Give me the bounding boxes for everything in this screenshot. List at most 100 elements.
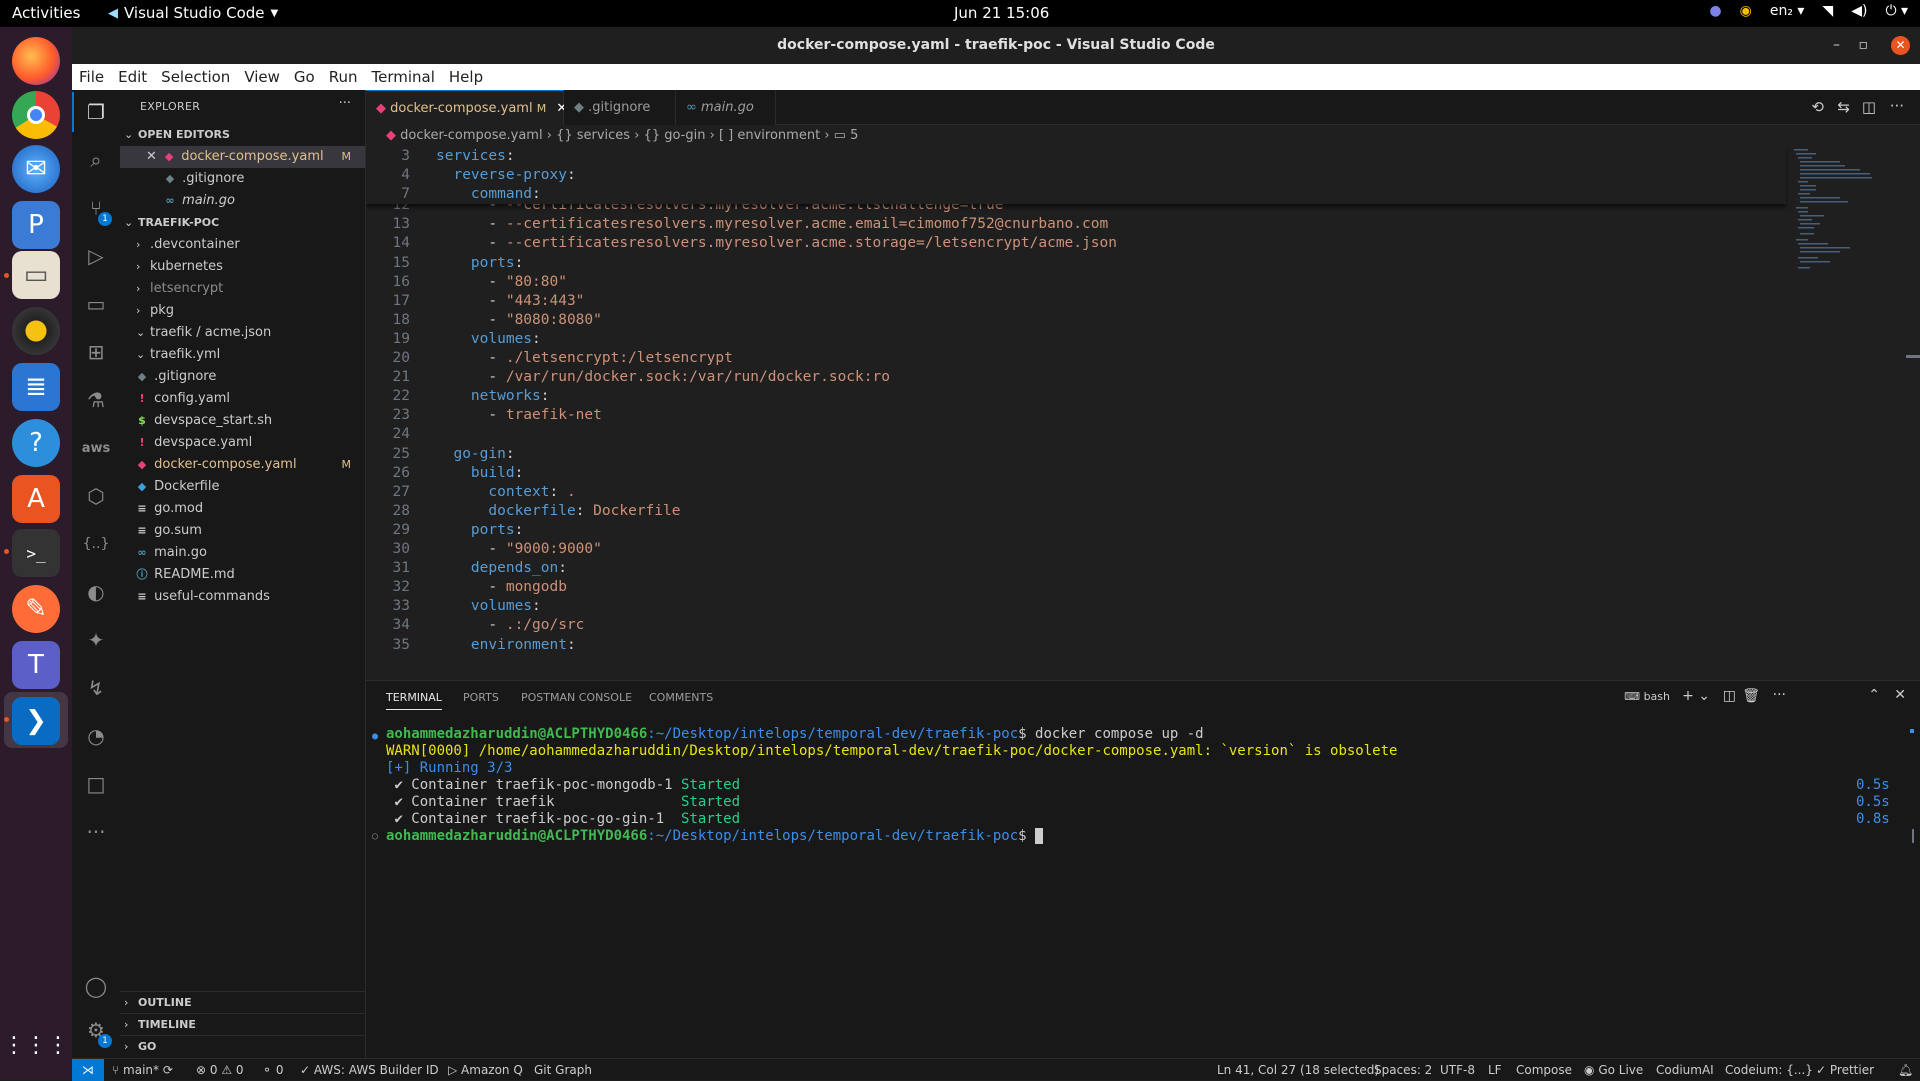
codiumai-icon[interactable]: ◐ (72, 572, 120, 612)
breadcrumb-item-5[interactable]: ▭ 5 (834, 128, 859, 143)
panel-tab-terminal[interactable]: TERMINAL (386, 691, 442, 710)
menu-run[interactable]: Run (322, 68, 365, 86)
kubernetes-icon[interactable]: ⬡ (72, 476, 120, 516)
accounts-icon[interactable]: ◯ (72, 966, 120, 1006)
tree-file[interactable]: ≡ useful-commands (120, 586, 365, 608)
breadcrumb-environment[interactable]: [ ] environment (719, 128, 820, 143)
thunderbird-icon[interactable]: ✉ (12, 145, 60, 193)
cursor-position[interactable]: Ln 41, Col 27 (18 selected) (1217, 1059, 1379, 1081)
minimize-button[interactable]: – (1833, 27, 1840, 64)
prettier-button[interactable]: ✓ Prettier (1816, 1059, 1874, 1081)
wifi-icon[interactable]: ◥ (1822, 3, 1833, 19)
tree-file[interactable]: ⓘ README.md (120, 564, 365, 586)
explorer-icon[interactable]: ❐ (72, 92, 120, 132)
app-menu[interactable]: ◀ Visual Studio Code ▼ (108, 4, 278, 22)
tree-file[interactable]: ◆ .gitignore (120, 366, 365, 388)
run-debug-icon[interactable]: ▷ (72, 236, 120, 276)
tree-folder[interactable]: › pkg (120, 300, 365, 322)
indentation[interactable]: Spaces: 2 (1374, 1059, 1432, 1081)
chrome-tray-icon[interactable]: ◉ (1740, 3, 1752, 19)
tree-file[interactable]: ◆ docker-compose.yaml M (120, 454, 365, 476)
power-icon[interactable]: ⏻ ▾ (1885, 3, 1908, 19)
git-graph-button[interactable]: Git Graph (534, 1059, 592, 1081)
tree-folder[interactable]: › kubernetes (120, 256, 365, 278)
firefox-icon[interactable] (12, 37, 60, 85)
vscode-icon[interactable]: ❯ (12, 697, 60, 745)
tab-gitignore[interactable]: ◆ .gitignore (564, 90, 676, 125)
chrome-icon[interactable] (12, 91, 60, 139)
minimap[interactable] (1790, 147, 1900, 297)
timeline-header[interactable]: › TIMELINE (120, 1014, 365, 1036)
input-language[interactable]: en₂ ▾ (1770, 3, 1805, 19)
menu-selection[interactable]: Selection (154, 68, 237, 86)
rhythmbox-icon[interactable] (12, 307, 60, 355)
square-icon[interactable]: □ (72, 764, 120, 804)
split-editor-icon[interactable]: ◫ (1862, 98, 1876, 116)
gemini-icon[interactable]: ✦ (72, 620, 120, 660)
remote-explorer-icon[interactable]: ▭ (72, 284, 120, 324)
tree-file[interactable]: ! config.yaml (120, 388, 365, 410)
go-live-button[interactable]: ◉ Go Live (1584, 1059, 1643, 1081)
git-graph-icon[interactable]: ↯ (72, 668, 120, 708)
teams-tray-icon[interactable]: ● (1709, 3, 1721, 19)
tree-file[interactable]: ∞ main.go (120, 542, 365, 564)
gitlens-icon[interactable]: ◔ (72, 716, 120, 756)
menu-edit[interactable]: Edit (111, 68, 154, 86)
code-editor[interactable]: 10 - --entrypoints.web.address=:8011 - -… (366, 147, 1920, 680)
notifications-bell-icon[interactable]: 🔔︎ (1898, 1059, 1913, 1081)
aws-indicator[interactable]: ✓ AWS: AWS Builder ID (300, 1059, 439, 1081)
branch-indicator[interactable]: ⑂ main* ⟳ (112, 1059, 173, 1081)
more-icon[interactable]: ··· (72, 812, 120, 852)
amazon-q-indicator[interactable]: ▷ Amazon Q (448, 1059, 523, 1081)
postman-desktop-icon[interactable]: P (12, 201, 60, 249)
editor-more-icon[interactable]: ··· (1890, 97, 1904, 115)
tree-file[interactable]: ≡ go.sum (120, 520, 365, 542)
maximize-button[interactable]: ▫ (1859, 27, 1869, 64)
compare-changes-icon[interactable]: ⇆ (1837, 98, 1850, 116)
ports-indicator[interactable]: ⚬ 0 (262, 1059, 284, 1081)
eol[interactable]: LF (1488, 1059, 1502, 1081)
menu-view[interactable]: View (237, 68, 287, 86)
aws-icon[interactable]: aws (72, 428, 120, 468)
open-editors-header[interactable]: ⌄ OPEN EDITORS (120, 124, 365, 146)
writer-icon[interactable]: ≣ (12, 363, 60, 411)
close-panel-icon[interactable]: ✕ (1894, 687, 1906, 703)
source-control-icon[interactable]: ⑂ (72, 188, 120, 228)
tree-folder[interactable]: ⌄ traefik.yml (120, 344, 365, 366)
open-editor-item[interactable]: ◆ .gitignore (120, 168, 365, 190)
activities-button[interactable]: Activities (12, 4, 80, 22)
testing-icon[interactable]: ⚗ (72, 380, 120, 420)
outline-header[interactable]: › OUTLINE (120, 992, 365, 1014)
go-header[interactable]: › GO (120, 1036, 365, 1058)
breadcrumb-services[interactable]: {} services (556, 128, 630, 143)
search-icon[interactable]: ⌕ (72, 140, 120, 180)
extensions-icon[interactable]: ⊞ (72, 332, 120, 372)
menu-go[interactable]: Go (287, 68, 322, 86)
terminal-icon[interactable]: >_ (12, 529, 60, 577)
close-icon[interactable]: ✕ (146, 149, 157, 164)
trash-icon[interactable]: 🗑 (1742, 688, 1760, 704)
help-icon[interactable]: ? (12, 419, 60, 467)
app-center-icon[interactable]: A (12, 475, 60, 523)
editor-scrollbar-marker[interactable] (1906, 355, 1920, 358)
menu-terminal[interactable]: Terminal (365, 68, 442, 86)
menu-file[interactable]: File (72, 68, 111, 86)
teams-icon[interactable]: T (12, 641, 60, 689)
codeium-button[interactable]: Codeium: {...} (1725, 1059, 1813, 1081)
tree-file[interactable]: ◆ Dockerfile (120, 476, 365, 498)
show-apps-icon[interactable]: ⋮⋮⋮ (3, 1021, 69, 1069)
maximize-panel-icon[interactable]: ⌃ (1868, 687, 1880, 703)
language-mode[interactable]: Compose (1516, 1059, 1572, 1081)
tree-file[interactable]: ≡ go.mod (120, 498, 365, 520)
open-editor-item[interactable]: ∞ main.go (120, 190, 365, 212)
json-icon[interactable]: {..} (72, 524, 120, 564)
panel-tab-comments[interactable]: COMMENTS (649, 691, 713, 704)
explorer-more-icon[interactable]: ··· (339, 96, 351, 111)
files-icon[interactable]: ▭ (12, 251, 60, 299)
postman-icon[interactable]: ✎ (12, 585, 60, 633)
terminal-prompt[interactable]: aohammedazharuddin@ACLPTHYD0466:~/Deskto… (386, 828, 1044, 845)
tree-file[interactable]: ! devspace.yaml (120, 432, 365, 454)
terminal-shell-selector[interactable]: ⌨ bash (1624, 690, 1670, 703)
breadcrumb-file[interactable]: docker-compose.yaml (400, 128, 542, 143)
terminal-scrollbar[interactable] (1912, 829, 1914, 843)
